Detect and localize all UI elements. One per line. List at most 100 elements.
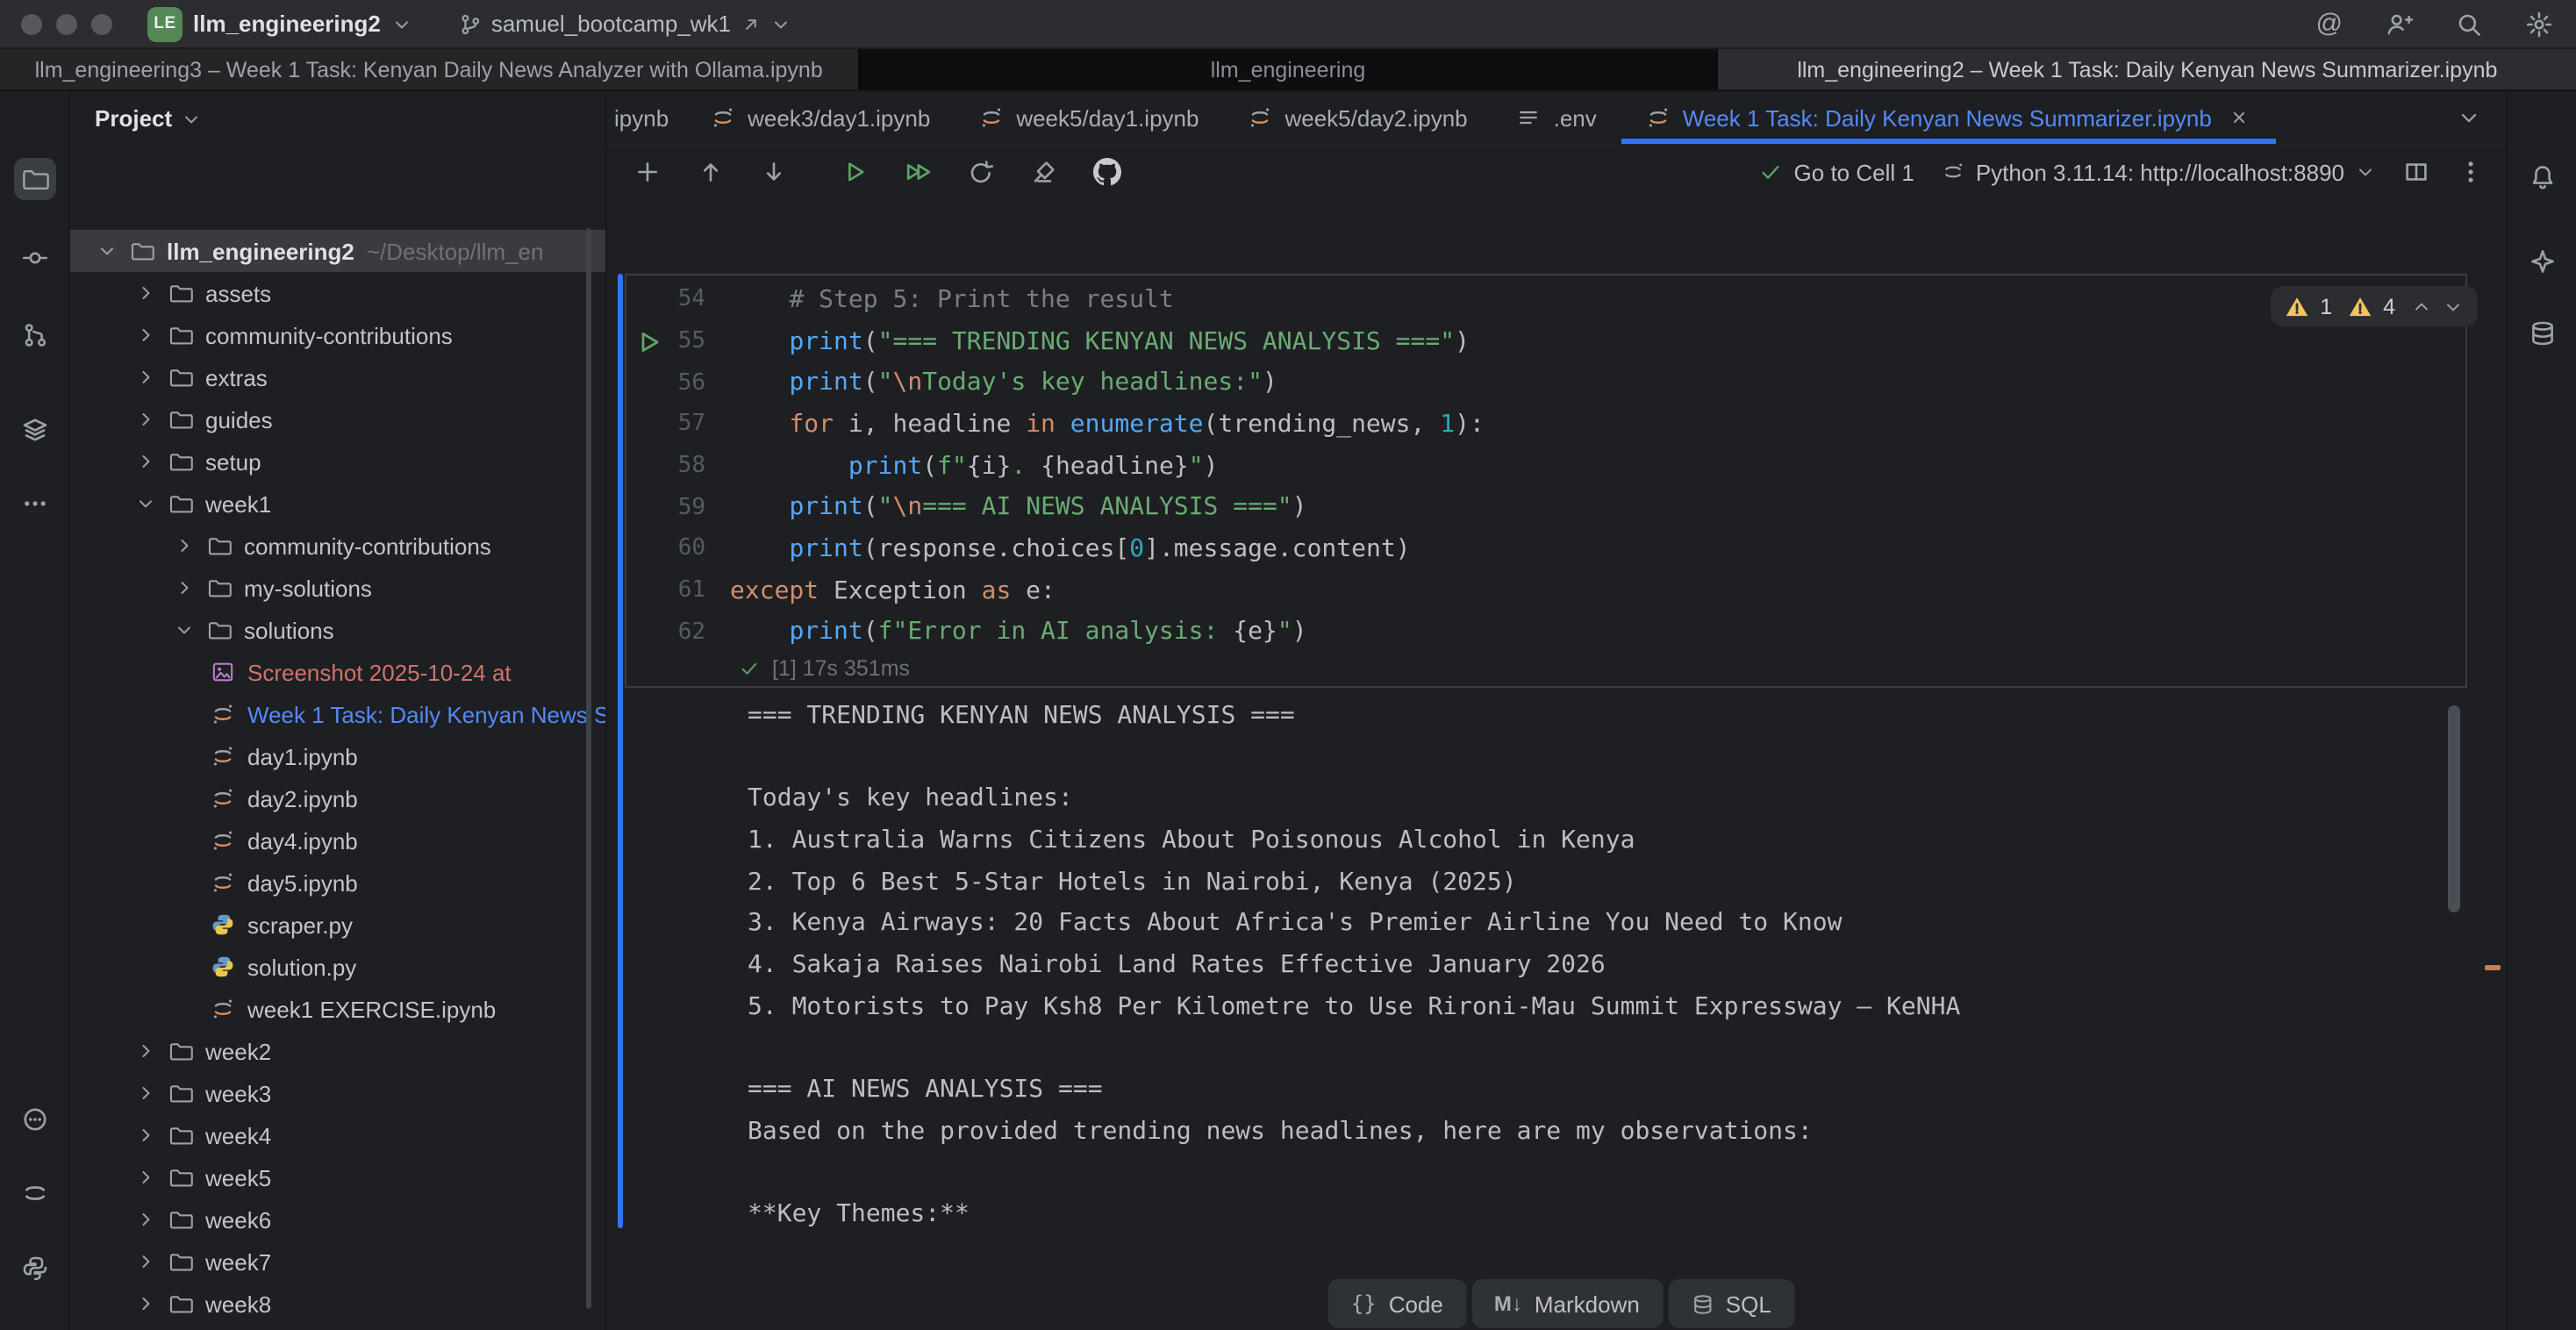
error-stripe-mark[interactable] bbox=[2485, 965, 2501, 970]
tree-item[interactable]: scraper.py bbox=[70, 904, 605, 946]
hidden-tabs-dropdown-icon[interactable] bbox=[2457, 105, 2481, 130]
editor-layout-icon[interactable] bbox=[2402, 158, 2430, 186]
chevron-right-icon[interactable] bbox=[132, 1037, 160, 1065]
previous-problem-icon[interactable] bbox=[2411, 296, 2432, 317]
kernel-selector[interactable]: Python 3.11.14: http://localhost:8890 bbox=[1941, 159, 2376, 185]
vcs-branch-widget[interactable]: samuel_bootcamp_wk1 bbox=[458, 11, 791, 37]
chevron-down-icon[interactable] bbox=[170, 616, 198, 644]
chevron-right-icon[interactable] bbox=[170, 532, 198, 560]
run-line-icon[interactable] bbox=[640, 330, 660, 361]
zoom-window-button[interactable] bbox=[91, 13, 112, 34]
code-cell[interactable]: 54 # Step 5: Print the result55 print("=… bbox=[625, 274, 2467, 688]
tree-item[interactable]: llm_engineering2~/Desktop/llm_en bbox=[70, 230, 605, 272]
cell-problems-widget[interactable]: 1 4 bbox=[2271, 286, 2478, 326]
services-tool-button[interactable] bbox=[14, 1323, 56, 1330]
editor-tab[interactable]: week5/day2.ipynb bbox=[1223, 91, 1492, 144]
project-widget[interactable]: LE llm_engineering2 bbox=[147, 6, 412, 41]
tree-item[interactable]: my-solutions bbox=[70, 567, 605, 609]
tree-item[interactable]: week6 bbox=[70, 1198, 605, 1241]
code-with-me-icon[interactable] bbox=[2385, 10, 2413, 38]
settings-gear-icon[interactable] bbox=[2525, 10, 2553, 38]
structure-tool-button[interactable] bbox=[14, 409, 56, 451]
run-cell-button[interactable] bbox=[835, 153, 874, 191]
tree-item[interactable]: week1 bbox=[70, 483, 605, 525]
project-tool-button[interactable] bbox=[14, 158, 56, 200]
restart-kernel-button[interactable] bbox=[962, 153, 1000, 191]
editor-tab[interactable]: ipynb bbox=[607, 91, 686, 144]
ai-assistant-tool-button[interactable] bbox=[2522, 240, 2564, 282]
tree-item[interactable]: day4.ipynb bbox=[70, 819, 605, 862]
chevron-down-icon[interactable] bbox=[132, 490, 160, 518]
close-window-button[interactable] bbox=[21, 13, 42, 34]
next-cell-button[interactable] bbox=[755, 153, 793, 191]
editor-tab[interactable]: week3/day1.ipynb bbox=[686, 91, 955, 144]
tree-item[interactable]: Screenshot 2025-10-24 at bbox=[70, 651, 605, 693]
tree-item[interactable]: setup bbox=[70, 440, 605, 483]
close-tab-icon[interactable] bbox=[2228, 105, 2252, 130]
tree-item[interactable]: solution.py bbox=[70, 946, 605, 988]
chevron-right-icon[interactable] bbox=[132, 363, 160, 391]
tree-item[interactable]: extras bbox=[70, 356, 605, 398]
minimize-window-button[interactable] bbox=[56, 13, 77, 34]
editor-scrollbar-thumb[interactable] bbox=[2448, 705, 2460, 912]
chevron-right-icon[interactable] bbox=[132, 405, 160, 433]
github-button[interactable] bbox=[1088, 153, 1127, 191]
clear-outputs-button[interactable] bbox=[1025, 153, 1063, 191]
tree-item[interactable]: day5.ipynb bbox=[70, 862, 605, 904]
window-tab[interactable]: llm_engineering bbox=[857, 49, 1716, 89]
go-to-cell-button[interactable]: Go to Cell 1 bbox=[1759, 159, 1914, 185]
run-all-button[interactable] bbox=[898, 153, 937, 191]
tree-item[interactable]: day1.ipynb bbox=[70, 735, 605, 777]
search-everywhere-icon[interactable] bbox=[2455, 10, 2483, 38]
editor-tab[interactable]: Week 1 Task: Daily Kenyan News Summarize… bbox=[1621, 91, 2277, 144]
tree-item[interactable]: week5 bbox=[70, 1156, 605, 1198]
chevron-right-icon[interactable] bbox=[132, 1079, 160, 1107]
chevron-right-icon[interactable] bbox=[132, 447, 160, 476]
python-console-tool-button[interactable] bbox=[14, 1248, 56, 1290]
add-cell-button[interactable] bbox=[628, 153, 667, 191]
tree-item[interactable]: day2.ipynb bbox=[70, 777, 605, 819]
tree-item[interactable]: community-contributions bbox=[70, 525, 605, 567]
previous-cell-button[interactable] bbox=[691, 153, 730, 191]
tree-item[interactable]: week1 EXERCISE.ipynb bbox=[70, 988, 605, 1030]
ai-chat-tool-button[interactable] bbox=[14, 1098, 56, 1141]
add-markdown-cell-button[interactable]: M↓ Markdown bbox=[1471, 1279, 1663, 1328]
tree-item[interactable]: Week 1 Task: Daily Kenyan News Summarize… bbox=[70, 693, 605, 735]
editor-tab[interactable]: .env bbox=[1492, 91, 1621, 144]
tree-item[interactable] bbox=[70, 1325, 605, 1330]
add-sql-cell-button[interactable]: SQL bbox=[1668, 1279, 1794, 1328]
database-tool-button[interactable] bbox=[2522, 312, 2564, 354]
chevron-right-icon[interactable] bbox=[132, 1290, 160, 1318]
more-tool-button[interactable] bbox=[14, 483, 56, 525]
editor-tab[interactable]: week5/day1.ipynb bbox=[955, 91, 1223, 144]
chevron-right-icon[interactable] bbox=[170, 574, 198, 602]
chevron-right-icon[interactable] bbox=[132, 1121, 160, 1149]
chevron-right-icon[interactable] bbox=[132, 279, 160, 307]
next-problem-icon[interactable] bbox=[2443, 296, 2464, 317]
chevron-right-icon[interactable] bbox=[132, 1205, 160, 1233]
git-tool-button[interactable] bbox=[14, 314, 56, 356]
chevron-right-icon[interactable] bbox=[132, 321, 160, 349]
jupyter-tool-button[interactable] bbox=[14, 1172, 56, 1214]
tree-item[interactable]: community-contributions bbox=[70, 314, 605, 356]
tree-item[interactable]: week3 bbox=[70, 1072, 605, 1114]
tree-item[interactable]: week7 bbox=[70, 1241, 605, 1283]
chevron-down-icon[interactable] bbox=[93, 237, 121, 265]
tree-item[interactable]: assets bbox=[70, 272, 605, 314]
chevron-right-icon[interactable] bbox=[132, 1248, 160, 1276]
tree-item[interactable]: solutions bbox=[70, 609, 605, 651]
window-tab[interactable]: llm_engineering2 – Week 1 Task: Daily Ke… bbox=[1717, 49, 2576, 89]
tree-item[interactable]: guides bbox=[70, 398, 605, 440]
tree-item[interactable]: week4 bbox=[70, 1114, 605, 1156]
tree-item[interactable]: week2 bbox=[70, 1030, 605, 1072]
window-tab[interactable]: llm_engineering3 – Week 1 Task: Kenyan D… bbox=[0, 49, 857, 89]
project-panel-header[interactable]: Project bbox=[70, 91, 605, 146]
code-editor[interactable]: 54 # Step 5: Print the result55 print("=… bbox=[626, 279, 2465, 653]
notifications-tool-button[interactable] bbox=[2522, 156, 2564, 198]
chevron-right-icon[interactable] bbox=[132, 1163, 160, 1191]
project-tree-scrollbar[interactable] bbox=[586, 228, 591, 1309]
more-options-icon[interactable] bbox=[2457, 158, 2485, 186]
commit-tool-button[interactable] bbox=[14, 237, 56, 279]
add-code-cell-button[interactable]: {} Code bbox=[1328, 1279, 1466, 1328]
at-mention-icon[interactable]: @ bbox=[2316, 9, 2343, 39]
